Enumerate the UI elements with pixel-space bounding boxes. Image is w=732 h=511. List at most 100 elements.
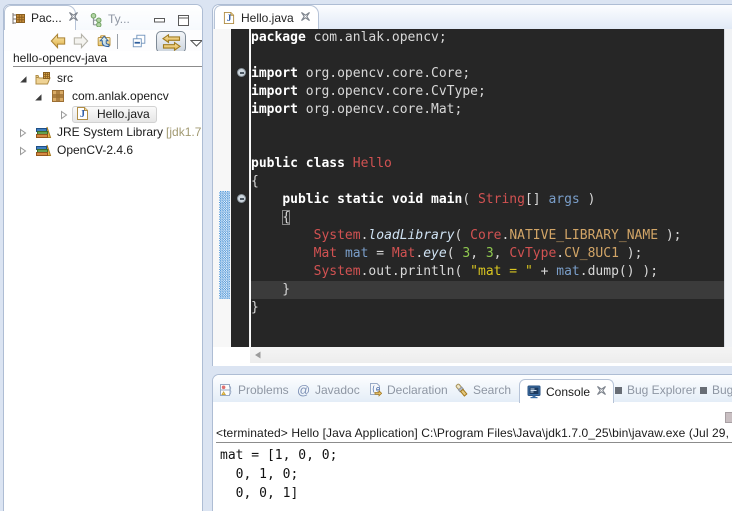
- maximize-icon[interactable]: [178, 13, 189, 31]
- svg-text:J: J: [227, 13, 232, 23]
- code-token: String: [478, 192, 525, 207]
- code-line[interactable]: public static void main( String[] args ): [251, 191, 724, 209]
- tab-package-explorer[interactable]: Pac...: [4, 5, 76, 30]
- scroll-left-icon[interactable]: [254, 351, 262, 359]
- code-token: Mat: [392, 246, 415, 261]
- code-line[interactable]: [251, 47, 724, 65]
- collapsed-arrow-icon[interactable]: [59, 109, 69, 119]
- code-line[interactable]: import org.opencv.core.Mat;: [251, 101, 724, 119]
- code-token: org.opencv.core.Mat;: [298, 102, 462, 117]
- code-line[interactable]: {: [251, 173, 724, 191]
- code-token: args: [548, 192, 579, 207]
- expanded-arrow-icon[interactable]: [33, 91, 43, 101]
- tab-problems[interactable]: Problems: [219, 382, 289, 398]
- view-menu-icon[interactable]: [190, 39, 203, 47]
- code-token: "mat = ": [470, 264, 533, 279]
- tab-type-hierarchy[interactable]: Ty...: [90, 10, 130, 28]
- fold-collapse-icon[interactable]: [237, 68, 246, 77]
- console-output-line: 0, 1, 0;: [220, 465, 732, 484]
- collapse-all-icon[interactable]: [131, 33, 148, 49]
- selected-row-highlight[interactable]: J Hello.java: [72, 106, 157, 123]
- declaration-icon: (e: [368, 383, 382, 397]
- code-token: com.anlak.opencv;: [306, 30, 447, 45]
- code-line[interactable]: public class Hello: [251, 155, 724, 173]
- code-token: [251, 246, 314, 261]
- minimize-icon[interactable]: [154, 13, 165, 31]
- editor-area: J Hello.java package com.anlak.opencv; im…: [212, 4, 732, 366]
- tree-item-opencv[interactable]: OpenCV-2.4.6: [4, 141, 202, 159]
- code-token: {: [251, 174, 259, 189]
- link-with-editor-button[interactable]: [156, 31, 186, 53]
- code-line[interactable]: import org.opencv.core.CvType;: [251, 83, 724, 101]
- tab-search[interactable]: Search: [454, 382, 511, 398]
- project-separator: [13, 66, 202, 67]
- overview-ruler[interactable]: [724, 29, 732, 347]
- code-token: (: [455, 228, 471, 243]
- code-token: [251, 210, 282, 225]
- collapsed-arrow-icon[interactable]: [18, 127, 28, 137]
- fold-collapse-icon[interactable]: [237, 194, 246, 203]
- code-token: Core: [470, 228, 501, 243]
- editor-tabbar: J Hello.java: [213, 5, 732, 29]
- code-token: import: [251, 84, 298, 99]
- package-explorer-icon: [12, 12, 25, 25]
- tab-bug[interactable]: Bug: [700, 382, 732, 398]
- tab-label: Bug Explorer: [627, 383, 696, 397]
- code-token: Hello: [353, 156, 392, 171]
- toolbar-separator: [117, 34, 118, 49]
- code-line[interactable]: }: [251, 281, 724, 299]
- console-toolbar-icon[interactable]: [725, 412, 732, 423]
- close-icon[interactable]: [596, 383, 607, 401]
- console-output[interactable]: mat = [1, 0, 0; 0, 1, 0; 0, 0, 1]: [220, 446, 732, 511]
- code-line[interactable]: Mat mat = Mat.eye( 3, 3, CvType.CV_8UC1 …: [251, 245, 724, 263]
- code-line[interactable]: [251, 137, 724, 155]
- code-line[interactable]: }: [251, 299, 724, 317]
- annotation-ruler[interactable]: [213, 29, 231, 347]
- project-label[interactable]: hello-opencv-java: [13, 51, 107, 65]
- view-minmax-buttons: [154, 13, 189, 31]
- code-line[interactable]: package com.anlak.opencv;: [251, 29, 724, 47]
- editor-horizontal-scrollbar[interactable]: [250, 347, 732, 363]
- package-explorer-view: Pac... Ty... hello-opencv-java src: [3, 4, 203, 511]
- tree-item-package[interactable]: com.anlak.opencv: [4, 87, 202, 105]
- close-icon[interactable]: [68, 9, 79, 27]
- code-line[interactable]: [251, 119, 724, 137]
- tab-declaration[interactable]: (e Declaration: [368, 382, 448, 398]
- package-explorer-tabbar: Pac... Ty...: [4, 5, 202, 30]
- tree-item-hello-java[interactable]: J Hello.java: [4, 105, 202, 123]
- forward-icon[interactable]: [73, 33, 89, 49]
- code-token: [251, 228, 314, 243]
- tab-javadoc[interactable]: @ Javadoc: [297, 382, 360, 398]
- close-icon[interactable]: [300, 9, 311, 27]
- library-icon: [35, 143, 51, 158]
- code-token: }: [251, 282, 290, 297]
- code-token: =: [368, 246, 391, 261]
- editor-tab-hello-java[interactable]: J Hello.java: [214, 5, 319, 29]
- tab-bug-explorer[interactable]: Bug Explorer: [615, 382, 696, 398]
- tree-item-src[interactable]: src: [4, 69, 202, 87]
- tab-label: Javadoc: [315, 383, 360, 397]
- bug-icon: [700, 387, 707, 394]
- code-token: 3: [486, 246, 494, 261]
- tab-label: Declaration: [387, 383, 448, 397]
- svg-text:J: J: [80, 109, 85, 120]
- expanded-arrow-icon[interactable]: [18, 73, 28, 83]
- code-token: {: [282, 210, 290, 225]
- code-token: import: [251, 102, 298, 117]
- up-icon[interactable]: [96, 33, 113, 49]
- code-line[interactable]: System.loadLibrary( Core.NATIVE_LIBRARY_…: [251, 227, 724, 245]
- tab-console[interactable]: Console: [519, 379, 614, 403]
- collapsed-arrow-icon[interactable]: [18, 145, 28, 155]
- code-line[interactable]: import org.opencv.core.Core;: [251, 65, 724, 83]
- code-line[interactable]: {: [251, 209, 724, 227]
- code-area[interactable]: package com.anlak.opencv; import org.open…: [251, 29, 724, 347]
- tree-item-jre[interactable]: JRE System Library [jdk1.7.0_25]: [4, 123, 202, 141]
- folding-ruler[interactable]: [231, 29, 249, 347]
- java-file-icon: J: [76, 106, 92, 121]
- code-line[interactable]: System.out.println( "mat = " + mat.dump(…: [251, 263, 724, 281]
- console-process-label: <terminated> Hello [Java Application] C:…: [216, 426, 732, 440]
- back-icon[interactable]: [50, 33, 66, 49]
- package-explorer-tree: hello-opencv-java src com.anlak.opencv J…: [4, 51, 202, 511]
- tab-label: Console: [546, 385, 590, 399]
- code-token: []: [525, 192, 548, 207]
